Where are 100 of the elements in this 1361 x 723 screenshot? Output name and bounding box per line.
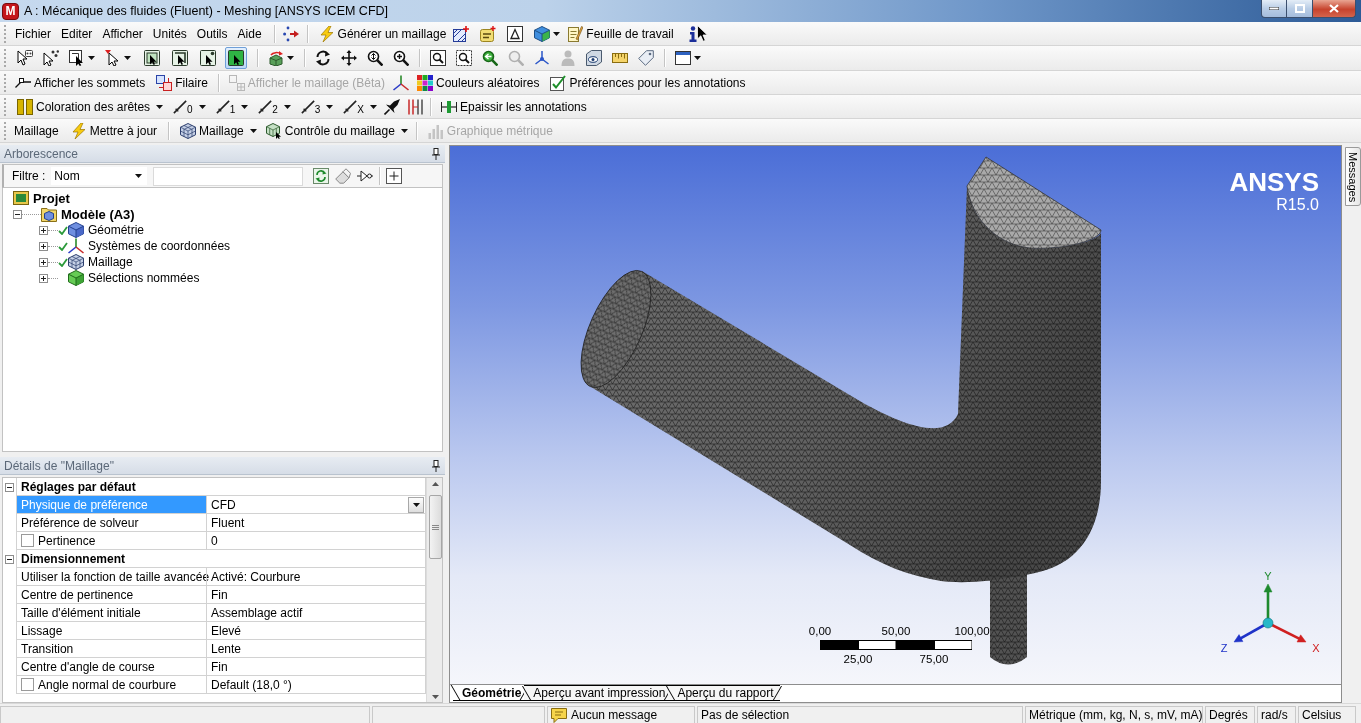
caret-icon[interactable] xyxy=(694,56,701,60)
caret-icon[interactable] xyxy=(241,104,249,109)
caret-icon[interactable] xyxy=(553,31,561,36)
property-name-cell[interactable]: Lissage xyxy=(16,622,206,640)
pointer-dots-icon[interactable] xyxy=(43,50,59,66)
framed-triangle-icon[interactable] xyxy=(507,25,524,42)
tree-item[interactable]: Maillage xyxy=(88,255,133,269)
caret-icon[interactable] xyxy=(326,104,334,109)
dots-arrow-icon[interactable] xyxy=(282,25,299,42)
pin-icon[interactable] xyxy=(432,459,440,472)
property-name-cell[interactable]: Taille d'élément initiale xyxy=(16,604,206,622)
messages-tab[interactable]: Messages xyxy=(1345,147,1361,207)
pushpin-icon[interactable] xyxy=(384,98,400,115)
caret-icon[interactable] xyxy=(287,56,294,60)
minimize-button[interactable] xyxy=(1261,0,1287,18)
property-name-cell[interactable]: Transition xyxy=(16,640,206,658)
cube-arrows-icon[interactable] xyxy=(268,50,284,66)
mesh-grid-icon[interactable] xyxy=(453,25,470,42)
checkbox[interactable] xyxy=(21,678,34,691)
plus-box-icon[interactable] xyxy=(39,257,48,267)
caret-icon[interactable] xyxy=(156,104,164,109)
pin-icon[interactable] xyxy=(432,147,440,160)
maximize-button[interactable] xyxy=(1287,0,1313,18)
caret-icon[interactable] xyxy=(198,104,206,109)
text-tile-icon[interactable] xyxy=(480,25,497,42)
scrollbar[interactable] xyxy=(426,478,442,702)
caret-icon[interactable] xyxy=(88,56,95,60)
pan-icon[interactable] xyxy=(341,50,357,66)
worksheet-button[interactable]: Feuille de travail xyxy=(564,22,677,45)
generate-mesh-button[interactable]: Générer un maillage xyxy=(315,22,450,45)
zoom-box-icon[interactable] xyxy=(430,50,446,66)
box-select-icon[interactable] xyxy=(69,50,85,66)
property-name-cell[interactable]: Préférence de solveur xyxy=(16,514,206,532)
edge-display-button[interactable]: X xyxy=(340,95,368,118)
property-name-cell[interactable]: Centre de pertinence xyxy=(16,586,206,604)
menu-item[interactable]: Aide xyxy=(233,26,266,41)
update-button[interactable]: Mettre à jour xyxy=(67,119,161,142)
caret-icon[interactable] xyxy=(412,502,420,507)
zoom-icon[interactable] xyxy=(482,50,498,66)
rotate-icon[interactable] xyxy=(315,50,331,66)
wireframe-button[interactable]: Filaire xyxy=(153,71,211,94)
scroll-thumb[interactable] xyxy=(428,495,442,559)
random-colors-button[interactable]: Couleurs aléatoires xyxy=(414,71,543,94)
ruler-icon[interactable] xyxy=(612,50,628,66)
edge-display-button[interactable]: 1 xyxy=(212,95,240,118)
caret-icon[interactable] xyxy=(400,128,408,133)
menu-item[interactable]: Fichier xyxy=(11,26,55,41)
edge-coloring-button[interactable]: Coloration des arêtes xyxy=(14,95,154,118)
tree-item[interactable]: Géométrie xyxy=(88,223,145,237)
tree-item[interactable]: Modèle (A3) xyxy=(61,206,135,222)
select-mode-button[interactable] xyxy=(169,47,191,69)
thicken-annotations-button[interactable]: Epaissir les annotations xyxy=(438,95,590,118)
menu-item[interactable]: Outils xyxy=(192,26,232,41)
dropdown-button[interactable] xyxy=(408,496,424,513)
search-field[interactable] xyxy=(153,166,304,186)
select-mode-button[interactable] xyxy=(141,47,163,69)
edge-display-button[interactable]: 2 xyxy=(255,95,282,118)
up-arrow-icon[interactable] xyxy=(431,482,439,486)
eye-box-icon[interactable] xyxy=(586,50,602,66)
select-mode-button[interactable] xyxy=(197,47,219,69)
close-icon[interactable] xyxy=(1329,4,1339,13)
caret-icon[interactable] xyxy=(135,174,143,178)
pointer-tag-icon[interactable] xyxy=(17,50,33,66)
edge-display-button[interactable]: 3 xyxy=(297,95,325,118)
node-icon[interactable] xyxy=(357,168,374,184)
filter-dropdown[interactable]: Nom xyxy=(51,167,148,185)
tree-item[interactable]: Sélections nommées xyxy=(88,271,200,285)
tree-item[interactable]: Systèmes de coordonnées xyxy=(88,239,231,253)
view-tab[interactable]: Aperçu du rapport xyxy=(668,685,780,701)
menu-item[interactable]: Afficher xyxy=(98,26,147,41)
property-name-cell[interactable]: Centre d'angle de course xyxy=(16,658,206,676)
annotation-preferences-button[interactable]: Préférences pour les annotations xyxy=(547,71,749,94)
refresh-icon[interactable] xyxy=(313,168,330,184)
plus-box-icon[interactable] xyxy=(39,225,48,235)
caret-icon[interactable] xyxy=(283,104,291,109)
mesh-menu-button[interactable]: Maillage xyxy=(177,119,247,142)
caret-icon[interactable] xyxy=(249,128,257,133)
arrow-cursor-icon[interactable] xyxy=(105,50,121,66)
axes-icon[interactable] xyxy=(534,50,550,66)
eraser-icon[interactable] xyxy=(335,168,352,184)
split-bars-icon[interactable] xyxy=(407,98,423,115)
window-icon[interactable] xyxy=(675,50,691,66)
plus-box-icon[interactable] xyxy=(39,273,48,283)
info-icon[interactable] xyxy=(688,25,697,42)
plus-box-icon[interactable] xyxy=(39,241,48,251)
close-button[interactable] xyxy=(1313,0,1356,18)
property-name-cell[interactable]: Pertinence xyxy=(16,532,206,550)
tag-icon[interactable] xyxy=(638,50,654,66)
zoom-icon[interactable] xyxy=(367,50,383,66)
cube-icon[interactable] xyxy=(534,25,551,42)
minus-box-icon[interactable] xyxy=(13,209,22,219)
property-name-cell[interactable]: Angle normal de courbure xyxy=(16,676,206,694)
plus-box-icon[interactable] xyxy=(386,168,403,184)
zoom-fit-icon[interactable] xyxy=(456,50,472,66)
down-arrow-icon[interactable] xyxy=(431,695,439,699)
axes-icon[interactable] xyxy=(393,74,409,91)
tree-item[interactable]: Projet xyxy=(33,190,70,206)
caret-icon[interactable] xyxy=(124,56,131,60)
mesh-control-button[interactable]: Contrôle du maillage xyxy=(262,119,398,142)
select-mode-button[interactable] xyxy=(225,47,247,69)
